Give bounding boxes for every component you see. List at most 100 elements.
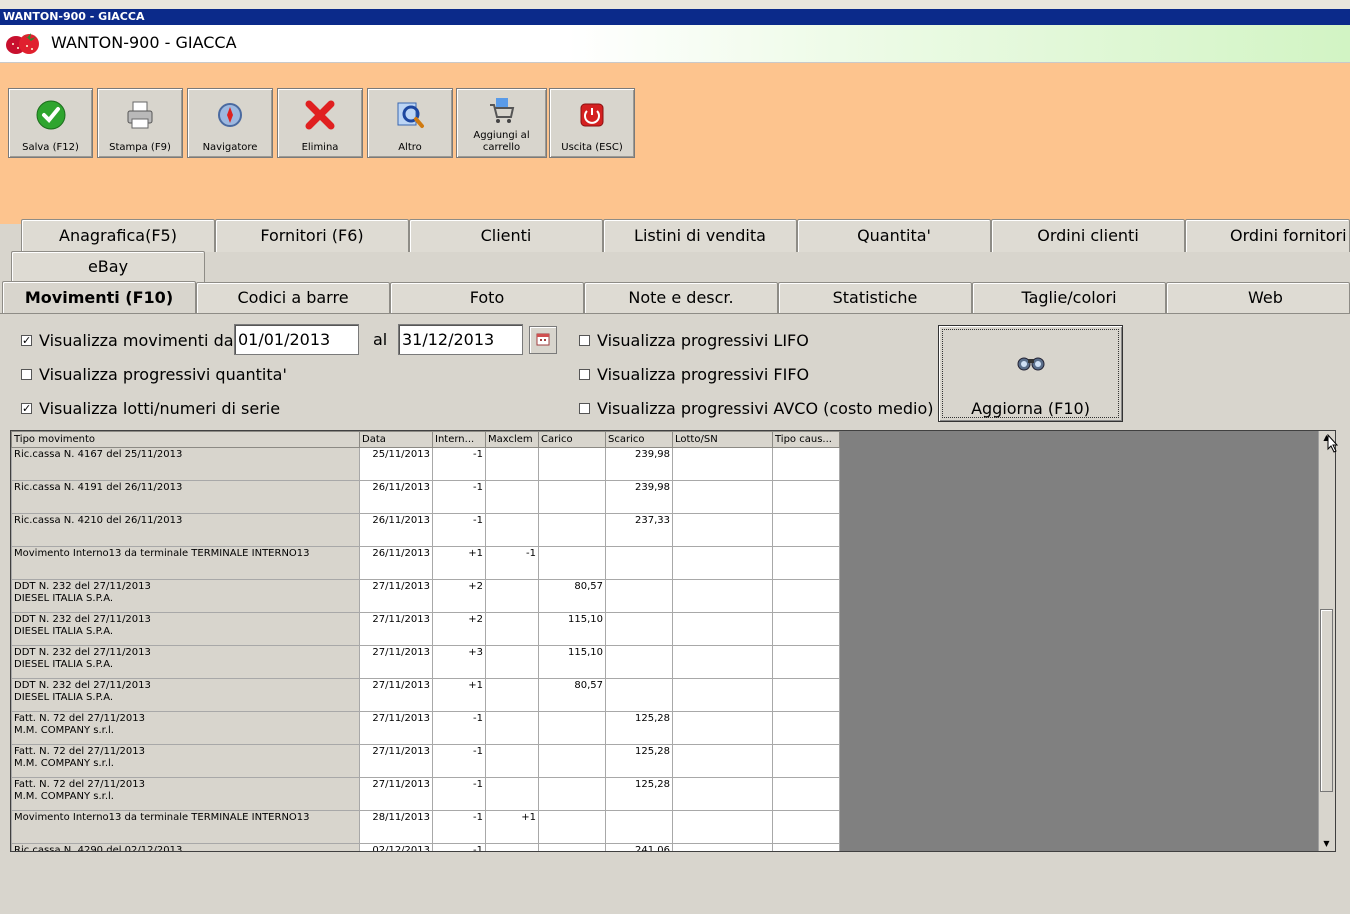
cell-data[interactable]: 27/11/2013 — [359, 645, 433, 679]
tab-taglie-colori[interactable]: Taglie/colori — [972, 282, 1166, 313]
cell-data[interactable]: 26/11/2013 — [359, 546, 433, 580]
delete-button[interactable]: Elimina — [277, 88, 363, 158]
cell-data[interactable]: 27/11/2013 — [359, 777, 433, 811]
tab-codici-barre[interactable]: Codici a barre — [196, 282, 390, 313]
cell-intern[interactable]: -1 — [432, 447, 486, 481]
cell-intern[interactable]: +1 — [432, 546, 486, 580]
cell-scarico[interactable]: 241,06 — [605, 843, 673, 851]
cell-tipo-causale[interactable] — [772, 843, 840, 851]
table-row[interactable]: Ric.cassa N. 4210 del 26/11/2013 26/11/20… — [11, 513, 840, 547]
cell-maxclem[interactable] — [485, 843, 539, 851]
cell-tipo-movimento[interactable]: Ric.cassa N. 4191 del 26/11/2013 — [11, 480, 360, 514]
cell-lotto-sn[interactable] — [672, 843, 773, 851]
cell-scarico[interactable]: 125,28 — [605, 777, 673, 811]
column-header-maxclem[interactable]: Maxclem — [485, 431, 539, 448]
cell-scarico[interactable] — [605, 546, 673, 580]
cell-intern[interactable]: -1 — [432, 843, 486, 851]
cell-scarico[interactable] — [605, 579, 673, 613]
cell-data[interactable]: 27/11/2013 — [359, 579, 433, 613]
cell-maxclem[interactable] — [485, 678, 539, 712]
cell-lotto-sn[interactable] — [672, 744, 773, 778]
add-to-cart-button[interactable]: Aggiungi al carrello — [456, 88, 547, 158]
table-row[interactable]: Ric.cassa N. 4290 del 02/12/2013 02/12/20… — [11, 843, 840, 851]
cell-tipo-movimento[interactable]: DDT N. 232 del 27/11/2013 DIESEL ITALIA S… — [11, 612, 360, 646]
cell-carico[interactable]: 80,57 — [538, 678, 606, 712]
cell-tipo-causale[interactable] — [772, 810, 840, 844]
scroll-thumb[interactable] — [1320, 609, 1333, 792]
tab-foto[interactable]: Foto — [390, 282, 584, 313]
cell-tipo-causale[interactable] — [772, 777, 840, 811]
grid-vertical-scrollbar[interactable]: ▲ ▼ — [1318, 431, 1335, 851]
cell-tipo-causale[interactable] — [772, 513, 840, 547]
cell-carico[interactable]: 115,10 — [538, 645, 606, 679]
cell-scarico[interactable] — [605, 810, 673, 844]
save-button[interactable]: Salva (F12) — [8, 88, 93, 158]
cell-data[interactable]: 26/11/2013 — [359, 513, 433, 547]
cell-carico[interactable] — [538, 843, 606, 851]
cell-lotto-sn[interactable] — [672, 645, 773, 679]
tab-ordini-clienti[interactable]: Ordini clienti — [991, 219, 1185, 252]
cell-data[interactable]: 28/11/2013 — [359, 810, 433, 844]
cell-lotto-sn[interactable] — [672, 777, 773, 811]
cell-maxclem[interactable] — [485, 579, 539, 613]
cell-lotto-sn[interactable] — [672, 711, 773, 745]
cell-carico[interactable] — [538, 711, 606, 745]
cell-lotto-sn[interactable] — [672, 579, 773, 613]
cell-maxclem[interactable] — [485, 777, 539, 811]
cell-intern[interactable]: -1 — [432, 711, 486, 745]
avco-checkbox[interactable] — [579, 403, 590, 414]
cell-tipo-causale[interactable] — [772, 744, 840, 778]
show-lots-checkbox[interactable]: ✓ — [21, 403, 32, 414]
tab-ordini-fornitori[interactable]: Ordini fornitori — [1185, 219, 1350, 252]
cell-tipo-causale[interactable] — [772, 678, 840, 712]
refresh-button[interactable]: Aggiorna (F10) — [938, 325, 1123, 422]
cell-intern[interactable]: -1 — [432, 810, 486, 844]
print-button[interactable]: Stampa (F9) — [97, 88, 183, 158]
cell-tipo-movimento[interactable]: Fatt. N. 72 del 27/11/2013 M.M. COMPANY s… — [11, 777, 360, 811]
cell-scarico[interactable] — [605, 645, 673, 679]
table-row[interactable]: DDT N. 232 del 27/11/2013 DIESEL ITALIA S… — [11, 645, 840, 679]
cell-tipo-causale[interactable] — [772, 645, 840, 679]
table-row[interactable]: DDT N. 232 del 27/11/2013 DIESEL ITALIA S… — [11, 579, 840, 613]
cell-carico[interactable]: 115,10 — [538, 612, 606, 646]
table-row[interactable]: Ric.cassa N. 4167 del 25/11/2013 25/11/20… — [11, 447, 840, 481]
cell-data[interactable]: 27/11/2013 — [359, 678, 433, 712]
cell-tipo-movimento[interactable]: Movimento Interno13 da terminale TERMINA… — [11, 810, 360, 844]
column-header-intern[interactable]: Intern... — [432, 431, 486, 448]
cell-tipo-movimento[interactable]: Ric.cassa N. 4167 del 25/11/2013 — [11, 447, 360, 481]
cell-lotto-sn[interactable] — [672, 678, 773, 712]
cell-tipo-movimento[interactable]: Fatt. N. 72 del 27/11/2013 M.M. COMPANY s… — [11, 711, 360, 745]
navigator-button[interactable]: Navigatore — [187, 88, 273, 158]
table-row[interactable]: Movimento Interno13 da terminale TERMINA… — [11, 810, 840, 844]
tab-ebay[interactable]: eBay — [11, 251, 205, 283]
column-header-lotto-sn[interactable]: Lotto/SN — [672, 431, 773, 448]
cell-intern[interactable]: -1 — [432, 480, 486, 514]
calendar-button[interactable] — [529, 326, 557, 354]
cell-tipo-causale[interactable] — [772, 480, 840, 514]
cell-maxclem[interactable] — [485, 447, 539, 481]
cell-data[interactable]: 26/11/2013 — [359, 480, 433, 514]
cell-scarico[interactable]: 125,28 — [605, 744, 673, 778]
cell-tipo-causale[interactable] — [772, 711, 840, 745]
cell-tipo-movimento[interactable]: DDT N. 232 del 27/11/2013 DIESEL ITALIA S… — [11, 579, 360, 613]
cell-maxclem[interactable] — [485, 645, 539, 679]
cell-maxclem[interactable]: -1 — [485, 546, 539, 580]
tab-web[interactable]: Web — [1166, 282, 1350, 313]
cell-intern[interactable]: -1 — [432, 777, 486, 811]
column-header-tipo-causale[interactable]: Tipo caus... — [772, 431, 840, 448]
cell-tipo-movimento[interactable]: Fatt. N. 72 del 27/11/2013 M.M. COMPANY s… — [11, 744, 360, 778]
cell-tipo-movimento[interactable]: Ric.cassa N. 4210 del 26/11/2013 — [11, 513, 360, 547]
cell-tipo-causale[interactable] — [772, 546, 840, 580]
tab-listini[interactable]: Listini di vendita — [603, 219, 797, 252]
cell-scarico[interactable]: 237,33 — [605, 513, 673, 547]
cell-carico[interactable] — [538, 480, 606, 514]
cell-tipo-causale[interactable] — [772, 579, 840, 613]
table-row[interactable]: Ric.cassa N. 4191 del 26/11/2013 26/11/20… — [11, 480, 840, 514]
cell-lotto-sn[interactable] — [672, 447, 773, 481]
cell-lotto-sn[interactable] — [672, 480, 773, 514]
column-header-scarico[interactable]: Scarico — [605, 431, 673, 448]
cell-data[interactable]: 27/11/2013 — [359, 612, 433, 646]
scroll-down-arrow[interactable]: ▼ — [1320, 838, 1333, 850]
cell-data[interactable]: 25/11/2013 — [359, 447, 433, 481]
movements-grid[interactable]: Tipo movimento Data Intern... Maxclem Ca… — [10, 430, 1336, 852]
